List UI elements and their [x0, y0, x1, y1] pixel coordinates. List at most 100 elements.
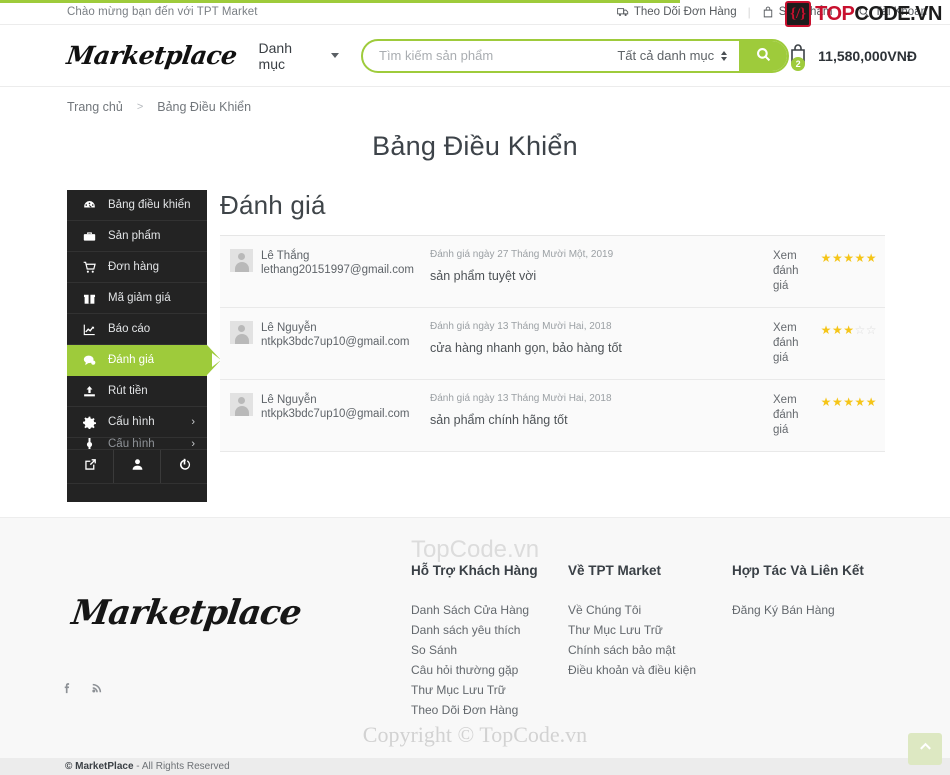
footer-link[interactable]: Câu hỏi thường gặp [411, 660, 571, 680]
star-filled-icon: ★ [820, 395, 832, 409]
scroll-to-top-button[interactable] [908, 733, 942, 765]
reviews-panel: Đánh giá Lê Thắng lethang20151997@gmail.… [220, 190, 885, 452]
review-user-name: Lê Thắng [261, 250, 310, 262]
topbar-link-label: Sản Phẩm [778, 6, 833, 18]
star-filled-icon: ★ [843, 395, 855, 409]
sidebar-item-settings-clipped[interactable]: Cấu hình › [67, 438, 207, 450]
visit-store-button[interactable] [67, 450, 114, 483]
breadcrumb-home[interactable]: Trang chủ [67, 100, 123, 114]
review-text: sản phẩm tuyệt vời [430, 269, 537, 283]
bag-icon [762, 6, 774, 18]
copyright-rights: - All Rights Reserved [133, 761, 230, 772]
site-logo[interactable]: Marketplace [65, 41, 239, 70]
topbar-link-order-tracking[interactable]: Theo Dõi Đơn Hàng [606, 6, 748, 18]
chevron-right-icon-clipped: › [191, 438, 195, 450]
view-review-link[interactable]: Xem đánh giá [773, 393, 815, 438]
review-user: Lê Nguyễn ntkpk3bdc7up10@gmail.com [230, 393, 430, 422]
cart-widget[interactable]: 2 11,580,000VNĐ [789, 43, 917, 71]
topbar: Chào mừng bạn đến với TPT Market Theo Dõ… [0, 0, 950, 25]
star-filled-icon: ★ [854, 251, 866, 265]
category-menu-label: Danh mục [258, 39, 292, 72]
sidebar-item-products[interactable]: Sản phẩm [67, 221, 207, 252]
review-text: cửa hàng nhanh gọn, bảo hàng tốt [430, 341, 622, 355]
sidebar-item-label: Rút tiền [108, 385, 148, 397]
copyright-text: © MarketPlace - All Rights Reserved [65, 761, 230, 772]
review-date: Đánh giá ngày 27 Tháng Mười Một, 2019 [430, 249, 614, 260]
review-user-name: Lê Nguyễn [261, 394, 317, 406]
sidebar-item-dashboard[interactable]: Bảng điều khiển [67, 190, 207, 221]
sidebar-item-withdraw[interactable]: Rút tiền [67, 376, 207, 407]
review-text: sản phẩm chính hãng tốt [430, 413, 568, 427]
truck-icon [616, 6, 629, 18]
footer-link[interactable]: Theo Dõi Đơn Hàng [411, 700, 571, 720]
profile-button[interactable] [114, 450, 161, 483]
footer-link[interactable]: Đăng Ký Bán Hàng [732, 600, 922, 620]
cart-icon [80, 261, 98, 274]
star-filled-icon: ★ [843, 251, 855, 265]
sidebar-item-reviews[interactable]: Đánh giá [67, 345, 221, 376]
copyright-brand: © MarketPlace [65, 761, 134, 772]
status-badge: ★★★★★ [815, 393, 885, 411]
sidebar-item-label: Cấu hình [108, 438, 155, 450]
footer-link[interactable]: Danh sách yêu thích [411, 620, 571, 640]
topbar-links: Theo Dõi Đơn Hàng | Sản Phẩm | Tài Khoản [606, 5, 938, 19]
dashboard-icon [80, 199, 98, 212]
view-review-link[interactable]: Xem đánh giá [773, 249, 815, 294]
search-bar: Tất cả danh mục [361, 38, 790, 73]
review-user-name: Lê Nguyễn [261, 322, 317, 334]
table-row[interactable]: Lê Nguyễn ntkpk3bdc7up10@gmail.com Đánh … [220, 380, 885, 452]
category-menu-button[interactable]: Danh mục [259, 40, 339, 72]
page-title: Bảng Điều Khiển [372, 131, 578, 161]
avatar [230, 249, 253, 272]
breadcrumb-current: Bảng Điều Khiển [157, 100, 252, 114]
breadcrumb: Trang chủ > Bảng Điều Khiển [0, 88, 950, 126]
sidebar-item-label: Đánh giá [108, 354, 155, 366]
cart-count-badge: 2 [791, 56, 806, 71]
sidebar-item-label: Sản phẩm [108, 230, 161, 242]
sidebar-item-orders[interactable]: Đơn hàng [67, 252, 207, 283]
footer-link[interactable]: Điều khoản và điều kiện [568, 660, 728, 680]
status-badge: ★★★☆☆ [815, 321, 885, 339]
topbar-link-products[interactable]: Sản Phẩm [751, 6, 844, 18]
review-user-email: ntkpk3bdc7up10@gmail.com [261, 336, 410, 348]
star-filled-icon: ★ [820, 251, 832, 265]
sidebar-item-coupons[interactable]: Mã giảm giá [67, 283, 207, 314]
search-category-select[interactable]: Tất cả danh mục [617, 48, 739, 63]
cart-icon-container: 2 [789, 43, 811, 71]
cart-total-amount: 11,580,000VNĐ [818, 47, 917, 64]
sidebar-item-reports[interactable]: Báo cáo [67, 314, 207, 345]
sidebar-item-label: Cấu hình [108, 416, 155, 428]
review-body: Đánh giá ngày 27 Tháng Mười Một, 2019 sả… [430, 249, 773, 283]
sidebar-footer-spacer [67, 484, 207, 502]
review-body: Đánh giá ngày 13 Tháng Mười Hai, 2018 sả… [430, 393, 773, 427]
sidebar-item-label: Mã giảm giá [108, 292, 171, 304]
footer-column-partners: Hợp Tác Và Liên Kết Đăng Ký Bán Hàng [732, 563, 922, 620]
sidebar-action-bar [67, 450, 207, 484]
search-button[interactable] [739, 40, 788, 71]
rss-icon[interactable] [91, 680, 105, 699]
search-user-icon [858, 6, 870, 18]
search-icon [756, 47, 771, 65]
search-input[interactable] [363, 48, 618, 63]
breadcrumb-separator: > [136, 101, 144, 113]
footer-link[interactable]: So Sánh [411, 640, 571, 660]
facebook-icon[interactable] [60, 680, 74, 699]
sidebar-item-settings[interactable]: Cấu hình › [67, 407, 207, 438]
footer-logo[interactable]: Marketplace [69, 593, 303, 633]
table-row[interactable]: Lê Nguyễn ntkpk3bdc7up10@gmail.com Đánh … [220, 308, 885, 380]
power-icon [178, 458, 191, 476]
sidebar-item-label: Báo cáo [108, 323, 151, 335]
logout-button[interactable] [161, 450, 207, 483]
view-review-link[interactable]: Xem đánh giá [773, 321, 815, 366]
footer-link[interactable]: Danh Sách Cửa Hàng [411, 600, 571, 620]
chevron-down-icon [331, 53, 339, 58]
table-row[interactable]: Lê Thắng lethang20151997@gmail.com Đánh … [220, 236, 885, 308]
footer-link[interactable]: Chính sách bảo mật [568, 640, 728, 660]
chart-line-icon [80, 323, 98, 336]
footer-link[interactable]: Thư Mục Lưu Trữ [568, 620, 728, 640]
footer-link[interactable]: Thư Mục Lưu Trữ [411, 680, 571, 700]
star-filled-icon: ★ [854, 395, 866, 409]
footer-link[interactable]: Về Chúng Tôi [568, 600, 728, 620]
sort-updown-icon [721, 50, 728, 61]
topbar-link-account[interactable]: Tài Khoản [847, 6, 938, 18]
